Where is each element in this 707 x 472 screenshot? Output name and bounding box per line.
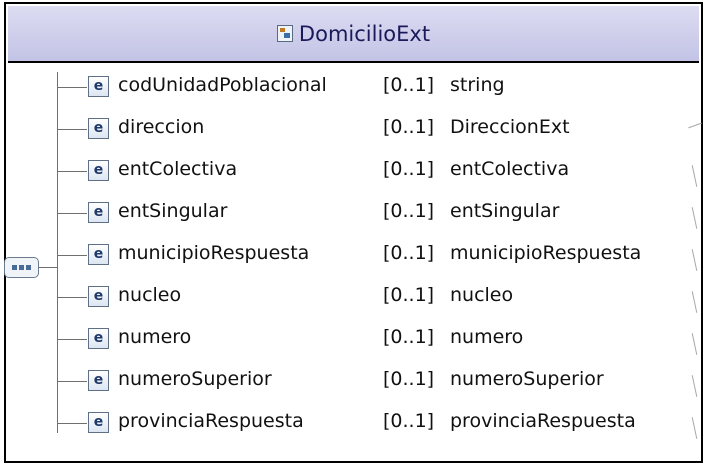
- element-cardinality: [0..1]: [383, 200, 435, 222]
- element-type: municipioRespuesta: [450, 242, 642, 264]
- expand-edge-mark: [691, 417, 698, 439]
- element-name: provinciaRespuesta: [118, 410, 304, 432]
- element-type: DireccionExt: [450, 116, 570, 138]
- element-row[interactable]: e entColectiva [0..1] entColectiva: [0, 151, 707, 193]
- element-name: codUnidadPoblacional: [118, 74, 327, 96]
- connector-line: [57, 213, 87, 214]
- element-type: entSingular: [450, 200, 560, 222]
- element-name: numeroSuperior: [118, 368, 272, 390]
- element-type: numero: [450, 326, 524, 348]
- element-icon: e: [88, 328, 109, 349]
- element-name: nucleo: [118, 284, 182, 306]
- element-row[interactable]: e direccion [0..1] DireccionExt: [0, 109, 707, 151]
- element-icon: e: [88, 118, 109, 139]
- connector-line: [57, 87, 87, 88]
- element-row[interactable]: e numero [0..1] numero: [0, 319, 707, 361]
- element-row[interactable]: e numeroSuperior [0..1] numeroSuperior: [0, 361, 707, 403]
- expand-edge-mark: [688, 122, 702, 129]
- element-cardinality: [0..1]: [383, 368, 435, 390]
- element-row[interactable]: e municipioRespuesta [0..1] municipioRespue…: [0, 235, 707, 277]
- element-type: provinciaRespuesta: [450, 410, 636, 432]
- expand-edge-mark: [691, 375, 698, 397]
- element-icon: e: [88, 202, 109, 223]
- complex-type-icon: [276, 25, 293, 42]
- element-row[interactable]: e entSingular [0..1] entSingular: [0, 193, 707, 235]
- element-icon: e: [88, 160, 109, 181]
- expand-edge-mark: [691, 291, 698, 313]
- connector-line: [57, 381, 87, 382]
- connector-line: [57, 423, 87, 424]
- connector-line: [57, 339, 87, 340]
- element-icon: e: [88, 244, 109, 265]
- element-cardinality: [0..1]: [383, 242, 435, 264]
- element-icon: e: [88, 370, 109, 391]
- element-row[interactable]: e nucleo [0..1] nucleo: [0, 277, 707, 319]
- element-row[interactable]: e codUnidadPoblacional [0..1] string: [0, 67, 707, 109]
- element-cardinality: [0..1]: [383, 74, 435, 96]
- element-type: numeroSuperior: [450, 368, 604, 390]
- element-row[interactable]: e provinciaRespuesta [0..1] provinciaRespue…: [0, 403, 707, 445]
- element-icon: e: [88, 286, 109, 307]
- element-cardinality: [0..1]: [383, 284, 435, 306]
- element-name: numero: [118, 326, 192, 348]
- connector-line: [57, 129, 87, 130]
- element-type: nucleo: [450, 284, 514, 306]
- element-cardinality: [0..1]: [383, 326, 435, 348]
- expand-edge-mark: [691, 249, 698, 271]
- expand-edge-mark: [691, 165, 698, 187]
- element-name: entSingular: [118, 200, 228, 222]
- connector-line: [57, 255, 87, 256]
- expand-edge-mark: [691, 207, 698, 229]
- complex-type-title: DomicilioExt: [298, 21, 431, 46]
- connector-line: [57, 297, 87, 298]
- element-name: entColectiva: [118, 158, 238, 180]
- element-type: entColectiva: [450, 158, 570, 180]
- connector-line: [57, 171, 87, 172]
- expand-edge-mark: [691, 333, 698, 355]
- element-cardinality: [0..1]: [383, 410, 435, 432]
- element-icon: e: [88, 76, 109, 97]
- element-name: municipioRespuesta: [118, 242, 310, 264]
- element-type: string: [450, 74, 505, 96]
- element-icon: e: [88, 412, 109, 433]
- element-cardinality: [0..1]: [383, 116, 435, 138]
- element-name: direccion: [118, 116, 205, 138]
- element-cardinality: [0..1]: [383, 158, 435, 180]
- complex-type-header[interactable]: DomicilioExt: [8, 6, 699, 63]
